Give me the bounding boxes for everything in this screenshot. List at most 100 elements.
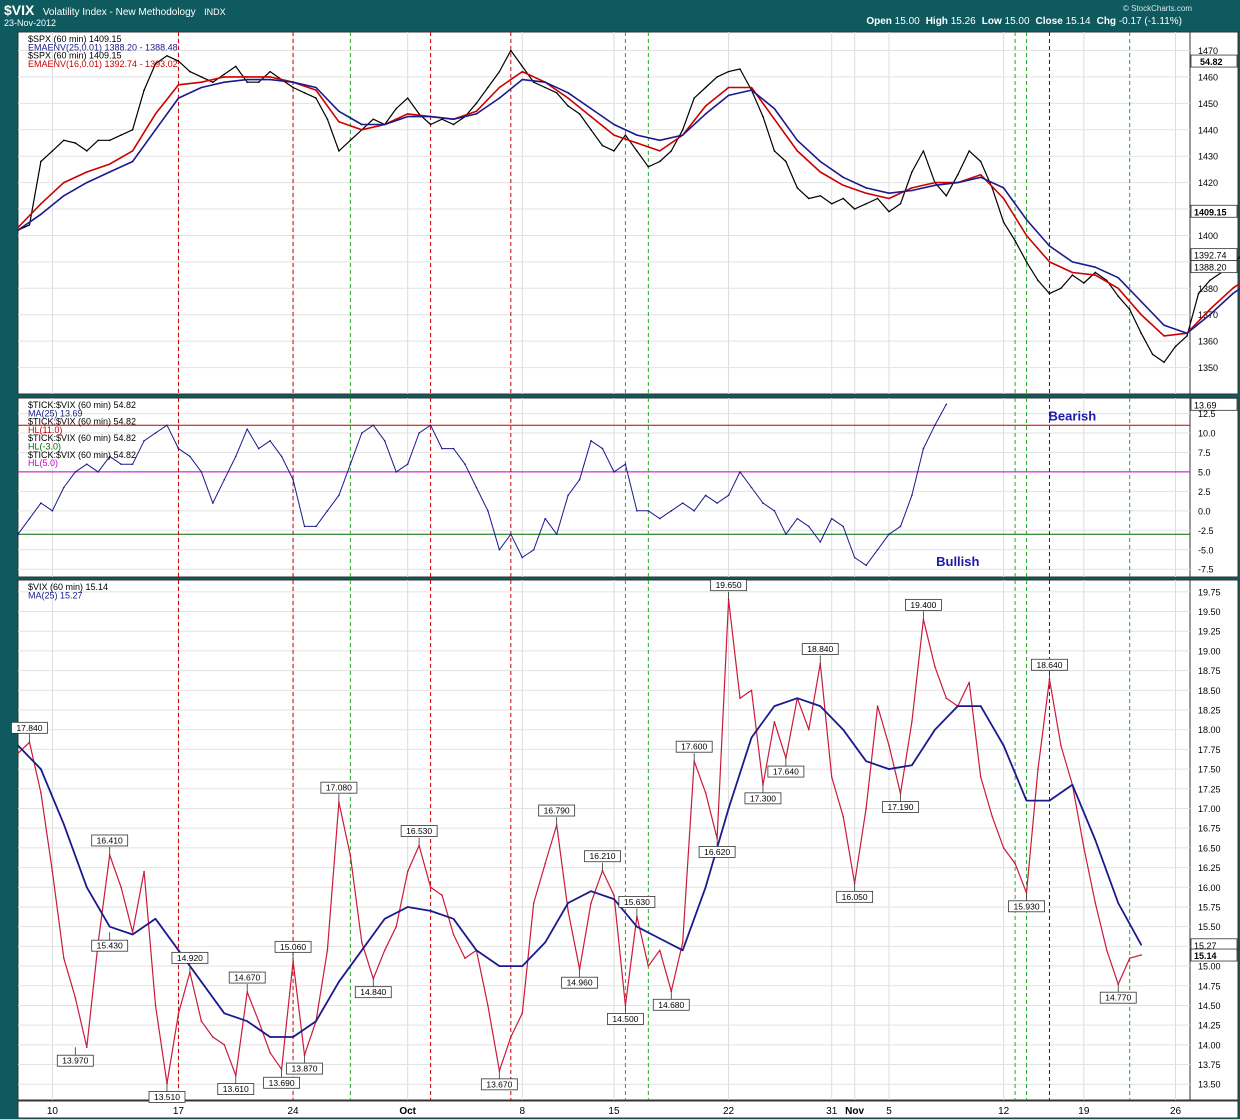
- panel-2-series-0-point-78: [911, 721, 913, 723]
- panel-0-y-tick-label-9: 1440: [1198, 125, 1218, 135]
- panel-2-series-1-point-25: [590, 890, 592, 893]
- panel-0-series-1-point-7: [177, 84, 180, 86]
- data-label-30: 15.930: [1014, 901, 1040, 911]
- panel-0-series-0-point-75: [876, 197, 879, 200]
- panel-0-series-1-point-25: [590, 115, 592, 118]
- panel-2-series-0-point-38: [452, 933, 455, 936]
- panel-1-series-0-point-68: [796, 517, 799, 520]
- panel-2-series-0-point-75: [876, 705, 879, 707]
- panel-0-series-0-point-76: [888, 210, 890, 213]
- panel-1-series-0-point-11: [143, 440, 145, 442]
- panel-0-series-0-point-28: [338, 150, 340, 152]
- panel-0-series-0-point-52: [613, 150, 615, 152]
- panel-0-series-1-point-13: [315, 89, 317, 91]
- panel-1-series-0-point-22: [269, 440, 271, 442]
- panel-0-series-2-point-13: [315, 86, 317, 89]
- panel-2-series-0-point-74: [865, 807, 867, 810]
- panel-0-series-1-point-46: [1071, 271, 1074, 274]
- panel-1-series-0-point-74: [865, 564, 867, 567]
- panel-0-y-tick-label-7: 1420: [1198, 178, 1218, 188]
- data-label-6: 13.610: [223, 1084, 249, 1094]
- panel-2-series-0-point-27: [326, 949, 329, 952]
- panel-2-y-tick-label-19: 18.25: [1198, 706, 1221, 716]
- panel-1-series-0-point-45: [532, 548, 535, 551]
- panel-0-series-2-point-12: [292, 81, 294, 84]
- panel-1-series-0-point-77: [899, 525, 902, 528]
- panel-0-series-1-point-26: [613, 134, 615, 136]
- panel-0-series-0-point-10: [131, 128, 134, 131]
- panel-0-series-0-point-70: [819, 195, 822, 197]
- data-label-31: 18.640: [1036, 660, 1062, 670]
- panel-1-series-0-point-38: [452, 447, 455, 450]
- panel-0-series-2-point-31: [727, 94, 730, 97]
- panel-2-series-1-point-32: [750, 736, 753, 739]
- panel-0-series-1-point-9: [223, 76, 226, 78]
- panel-0-series-0-point-100: [1163, 361, 1165, 364]
- panel-1-series-0-point-62: [727, 494, 730, 497]
- panel-1-last-value-0: 13.69: [1194, 400, 1217, 410]
- panel-1-series-0-point-9: [120, 463, 122, 465]
- panel-0-y-tick-label-11: 1460: [1198, 72, 1218, 82]
- panel-0-series-1-point-38: [888, 197, 890, 200]
- panel-0-series-2-point-36: [842, 176, 844, 179]
- panel-1-series-0-point-13: [166, 424, 168, 427]
- panel-0-series-0-point-18: [223, 73, 226, 76]
- panel-0-y-tick-label-12: 1470: [1198, 46, 1218, 56]
- data-label-25: 17.640: [773, 767, 799, 777]
- panel-0-series-0-point-101: [1174, 345, 1177, 348]
- panel-2-series-1-point-23: [544, 941, 546, 944]
- panel-0-series-0-point-72: [842, 197, 844, 200]
- panel-0-series-0-point-83: [968, 150, 971, 152]
- panel-2-series-1-point-0: [17, 744, 19, 747]
- panel-2-series-1-point-34: [796, 697, 799, 699]
- panel-2-series-1-point-6: [154, 917, 157, 920]
- panel-1-series-0-point-76: [888, 533, 890, 535]
- panel-0-series-2-point-40: [934, 184, 936, 187]
- panel-0-series-0-point-61: [716, 76, 718, 78]
- panel-0-series-1-point-33: [773, 118, 776, 120]
- panel-0-series-0-point-87: [1014, 239, 1016, 242]
- panel-0-series-0-point-20: [246, 81, 249, 84]
- panel-2-series-1-point-41: [956, 705, 959, 707]
- panel-2-series-0-point-17: [212, 1036, 214, 1038]
- panel-2-series-0-point-80: [934, 665, 936, 668]
- panel-1-series-0-point-0: [17, 533, 19, 535]
- panel-0-series-0-point-98: [1140, 332, 1142, 335]
- panel-2-series-0-point-34: [406, 870, 409, 873]
- panel-0-series-0-point-43: [510, 49, 512, 52]
- panel-0-series-1-point-21: [498, 86, 501, 89]
- panel-2-series-1-point-15: [361, 949, 363, 952]
- panel-0-series-0-point-84: [979, 160, 982, 163]
- panel-0-series-0-point-38: [452, 123, 455, 126]
- panel-1-series-0-point-66: [773, 510, 776, 512]
- panel-2-series-0-point-36: [429, 886, 432, 889]
- panel-2-series-1-point-7: [177, 949, 180, 952]
- panel-0-series-0-point-46: [544, 86, 546, 89]
- panel-0-series-0-point-22: [269, 70, 271, 73]
- panel-1-series-0-point-50: [590, 440, 592, 442]
- panel-0-series-1-point-43: [1002, 197, 1005, 200]
- panel-0-series-0-point-48: [567, 105, 569, 107]
- panel-1-series-0-point-20: [246, 428, 249, 430]
- data-label-19: 14.500: [612, 1014, 638, 1024]
- panel-1-y-tick-label-7: 10.0: [1198, 429, 1216, 439]
- panel-2-y-tick-label-15: 17.25: [1198, 784, 1221, 794]
- panel-2-series-1-point-22: [521, 965, 524, 967]
- panel-2-series-1-point-26: [613, 898, 615, 900]
- panel-0-series-2-point-38: [888, 192, 890, 194]
- panel-0-series-1-point-37: [865, 192, 867, 194]
- panel-2-series-0-point-83: [968, 681, 971, 684]
- panel-0-last-value-2: 1388.20: [1194, 263, 1227, 273]
- panel-0-series-0-point-49: [578, 113, 581, 115]
- panel-0-series-0-point-44: [521, 65, 524, 68]
- panel-1-series-0-point-73: [853, 556, 856, 559]
- panel-0-series-2-point-14: [338, 110, 340, 113]
- panel-2-series-1-point-42: [979, 705, 982, 707]
- panel-2-series-1-point-38: [888, 768, 890, 770]
- data-label-13: 16.530: [406, 826, 432, 836]
- panel-2-y-tick-label-13: 16.75: [1198, 824, 1221, 834]
- panel-0-series-0-point-29: [349, 139, 352, 142]
- panel-2-series-0-point-3: [51, 870, 54, 873]
- panel-2-series-1-point-20: [475, 949, 478, 952]
- x-tick-label-4: 8: [519, 1106, 525, 1117]
